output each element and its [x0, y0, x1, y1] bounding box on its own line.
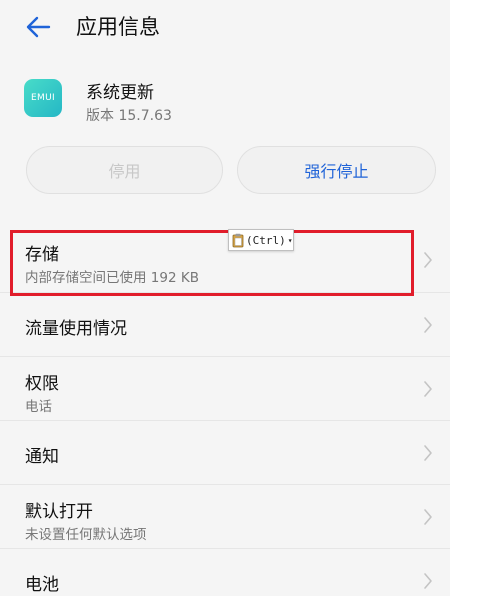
list-item-storage[interactable]: 存储 内部存储空间已使用 192 KB — [0, 228, 450, 292]
app-info-screen: 应用信息 EMUI 系统更新 版本 15.7.63 停用 强行停止 存储 内部存… — [0, 0, 450, 596]
list-item-notifications[interactable]: 通知 — [0, 420, 450, 484]
chevron-right-icon — [424, 444, 432, 461]
list-item-title: 权限 — [25, 374, 59, 394]
list-item-title: 通知 — [25, 447, 59, 467]
chevron-right-icon — [424, 252, 432, 268]
app-info: EMUI 系统更新 版本 15.7.63 — [0, 60, 450, 140]
chevron-right-icon — [424, 380, 432, 397]
list-item-title: 存储 — [25, 245, 59, 265]
app-icon-text: EMUI — [31, 93, 55, 103]
header: 应用信息 — [0, 0, 450, 54]
disable-button[interactable]: 停用 — [26, 146, 223, 194]
list-item-title: 流量使用情况 — [25, 319, 127, 339]
dropdown-arrow-icon: ▾ — [287, 235, 293, 245]
app-name: 系统更新 — [86, 83, 154, 103]
app-version: 版本 15.7.63 — [86, 108, 172, 124]
list-item-subtitle: 电话 — [25, 399, 52, 415]
right-margin — [450, 0, 483, 596]
list-item-title: 电池 — [25, 575, 59, 595]
force-stop-button[interactable]: 强行停止 — [237, 146, 436, 194]
clipboard-icon — [232, 233, 244, 247]
chevron-right-icon — [424, 316, 432, 333]
list-item-permissions[interactable]: 权限 电话 — [0, 356, 450, 420]
app-icon: EMUI — [24, 79, 62, 117]
list-item-subtitle: 内部存储空间已使用 192 KB — [25, 270, 199, 286]
list-item-subtitle: 未设置任何默认选项 — [25, 527, 147, 543]
settings-list: 存储 内部存储空间已使用 192 KB 流量使用情况 权限 电话 通知 默认打开… — [0, 228, 450, 596]
paste-options-popup[interactable]: (Ctrl) ▾ — [228, 229, 294, 251]
page-title: 应用信息 — [76, 15, 160, 39]
back-arrow-icon[interactable] — [23, 12, 53, 42]
paste-popup-label: (Ctrl) — [246, 233, 286, 247]
chevron-right-icon — [424, 508, 432, 525]
chevron-right-icon — [424, 572, 432, 589]
list-item-title: 默认打开 — [25, 502, 93, 522]
list-item-open-by-default[interactable]: 默认打开 未设置任何默认选项 — [0, 484, 450, 548]
list-item-data-usage[interactable]: 流量使用情况 — [0, 292, 450, 356]
list-item-battery[interactable]: 电池 — [0, 548, 450, 596]
